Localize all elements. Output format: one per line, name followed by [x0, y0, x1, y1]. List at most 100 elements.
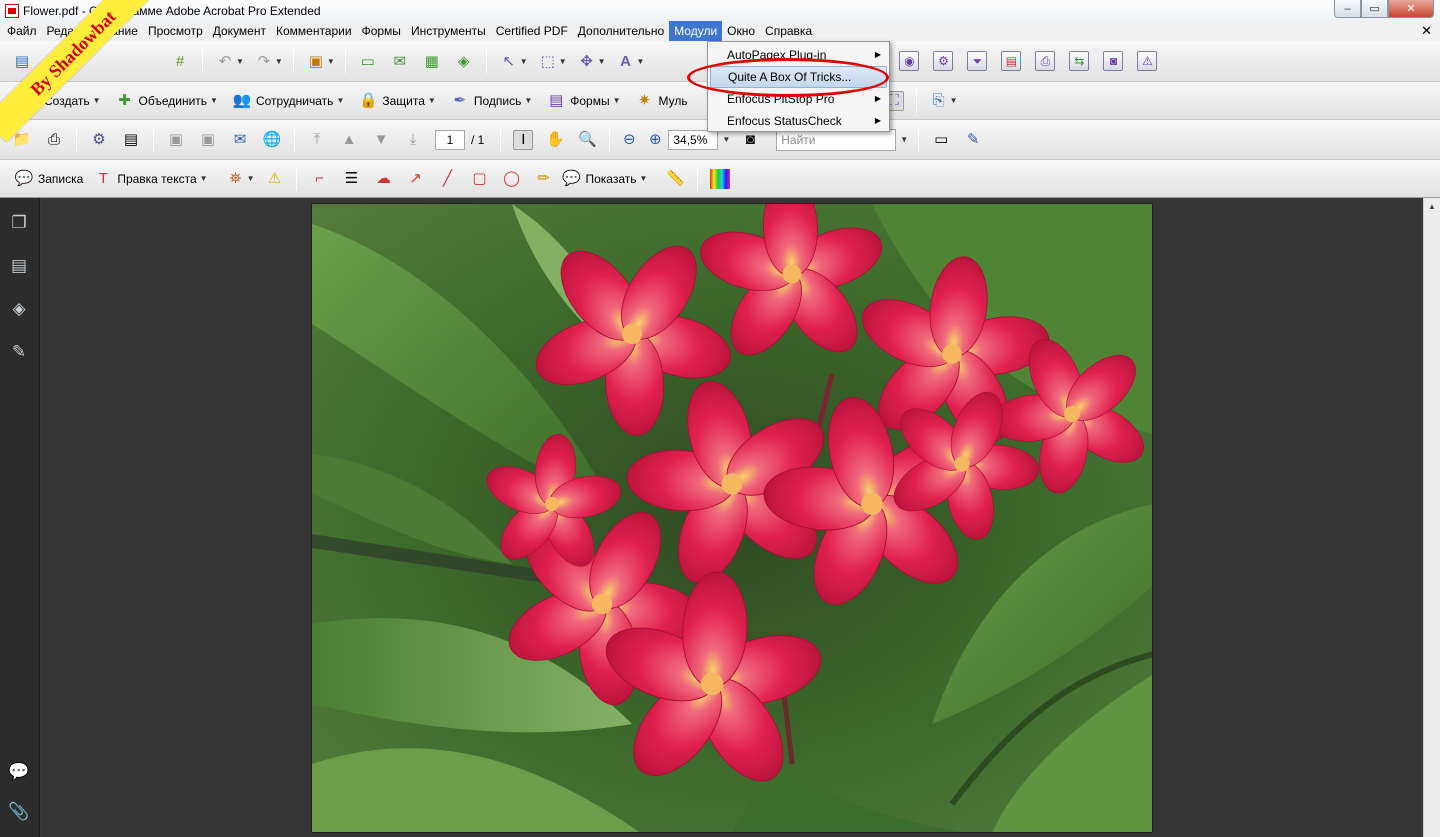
close-document-icon[interactable]: ✕ — [1421, 21, 1432, 41]
zoom-tool-icon[interactable]: 🔍 — [577, 130, 597, 150]
chevron-down-icon[interactable]: ▼ — [236, 57, 244, 66]
color-bars-icon[interactable] — [710, 168, 731, 189]
create-button[interactable]: Создать ▼ — [44, 94, 105, 108]
read-mode-icon[interactable]: ▭ — [931, 130, 951, 150]
menu-help[interactable]: Справка — [760, 21, 817, 41]
cloud-icon[interactable]: ☁ — [373, 169, 393, 189]
oval-icon[interactable]: ◯ — [501, 169, 521, 189]
text-edit-button[interactable]: T Правка текста ▼ — [91, 169, 211, 189]
email-icon[interactable]: ✉ — [390, 51, 410, 71]
stamp-icon[interactable]: ⛯ — [226, 169, 246, 189]
web-icon[interactable]: 🌐 — [262, 130, 282, 150]
page-number-input[interactable]: 1 — [435, 129, 465, 150]
ruler-icon[interactable]: 📏 — [665, 169, 685, 189]
gear-icon[interactable]: ⚙ — [933, 51, 954, 71]
chevron-down-icon[interactable]: ▼ — [275, 57, 283, 66]
comment-icon[interactable]: ▭ — [358, 51, 378, 71]
callout-icon[interactable]: ⌐ — [309, 169, 329, 189]
filter-icon[interactable]: ⏷ — [967, 51, 988, 71]
text-select-icon[interactable]: I — [513, 129, 534, 150]
color-table-icon[interactable]: ▤ — [1001, 51, 1022, 71]
layers-icon[interactable]: ◈ — [8, 298, 30, 320]
redo-icon[interactable]: ↷ — [254, 51, 274, 71]
minimize-button[interactable]: – — [1334, 0, 1361, 18]
warning-icon[interactable]: ⚠ — [1137, 51, 1158, 71]
text-highlight-icon[interactable]: ⚠ — [264, 169, 284, 189]
previous-page-icon[interactable]: ▲ — [339, 130, 359, 150]
menu-window[interactable]: Окно — [722, 21, 760, 41]
print-icon[interactable]: ⎙ — [44, 130, 64, 150]
create-pdf-icon[interactable]: ▤ — [12, 51, 32, 71]
menu-certified-pdf[interactable]: Certified PDF — [491, 21, 573, 41]
menu-comments[interactable]: Комментарии — [271, 21, 357, 41]
layers-icon[interactable]: ◈ — [454, 51, 474, 71]
first-page-icon[interactable]: ⤒ — [307, 130, 327, 150]
grid-icon[interactable]: # — [170, 51, 190, 71]
menu-tools[interactable]: Инструменты — [406, 21, 491, 41]
chevron-down-icon[interactable]: ▼ — [950, 96, 958, 105]
chevron-down-icon[interactable]: ▼ — [247, 174, 255, 183]
menu-advanced[interactable]: Дополнительно — [573, 21, 669, 41]
snapshot-icon[interactable]: ◙ — [740, 130, 760, 150]
hand-icon[interactable]: ✋ — [545, 130, 565, 150]
line-icon[interactable]: ╱ — [437, 169, 457, 189]
comments-icon[interactable]: 💬 — [8, 761, 30, 783]
text-tool-icon[interactable]: A — [616, 51, 636, 71]
move-icon[interactable]: ✥ — [577, 51, 597, 71]
marquee-icon[interactable]: ⬚ — [538, 51, 558, 71]
maximize-button[interactable]: ▭ — [1361, 0, 1388, 18]
globe-icon[interactable]: ◉ — [899, 51, 920, 71]
zoom-level-input[interactable]: 34,5% — [668, 129, 719, 150]
attachment-icon[interactable]: 📎 — [8, 801, 30, 823]
chevron-down-icon[interactable]: ▼ — [559, 57, 567, 66]
protect-button[interactable]: 🔒 Защита ▼ — [356, 91, 439, 111]
pages-icon[interactable]: ❐ — [8, 212, 30, 234]
print-icon[interactable]: ⎙ — [1035, 51, 1056, 71]
select-arrow-icon[interactable]: ↖ — [499, 51, 519, 71]
multimedia-button[interactable]: ✷ Муль — [633, 91, 687, 111]
next-page-icon[interactable]: ▼ — [371, 130, 391, 150]
vertical-scrollbar[interactable]: ▲ — [1423, 198, 1440, 837]
chevron-down-icon[interactable]: ▼ — [722, 135, 730, 144]
chevron-down-icon[interactable]: ▼ — [637, 57, 645, 66]
zoom-out-icon[interactable]: ⊖ — [619, 130, 639, 150]
save-icon[interactable]: ▣ — [166, 130, 186, 150]
rectangle-icon[interactable]: ▢ — [469, 169, 489, 189]
scroll-up-icon[interactable]: ▲ — [1424, 198, 1440, 215]
zoom-in-icon[interactable]: ⊕ — [645, 130, 665, 150]
menu-forms[interactable]: Формы — [357, 21, 406, 41]
undo-icon[interactable]: ↶ — [215, 51, 235, 71]
import-icon[interactable]: ⇆ — [1069, 51, 1090, 71]
email-icon[interactable]: ✉ — [230, 130, 250, 150]
collaborate-button[interactable]: 👥 Сотрудничать ▼ — [230, 91, 348, 111]
menu-document[interactable]: Документ — [208, 21, 271, 41]
note-button[interactable]: 💬 Записка — [12, 169, 84, 189]
pattern-icon[interactable]: ▦ — [422, 51, 442, 71]
bookmarks-icon[interactable]: ▤ — [8, 255, 30, 277]
forms-button[interactable]: ▤ Формы ▼ — [544, 91, 624, 111]
show-button[interactable]: 💬 Показать ▼ — [559, 169, 651, 189]
menu-file[interactable]: Файл — [2, 21, 42, 41]
settings-icon[interactable]: ⚙ — [89, 130, 109, 150]
last-page-icon[interactable]: ⤓ — [403, 130, 423, 150]
menu-plugins[interactable]: Модули — [669, 21, 723, 41]
form-fill-icon[interactable]: ✎ — [963, 130, 983, 150]
menu-item-statuscheck[interactable]: Enfocus StatusCheck ▶ — [710, 110, 887, 132]
sign-button[interactable]: ✒ Подпись ▼ — [448, 91, 536, 111]
chevron-down-icon[interactable]: ▼ — [520, 57, 528, 66]
chevron-down-icon[interactable]: ▼ — [900, 135, 908, 144]
chevron-down-icon[interactable]: ▼ — [598, 57, 606, 66]
close-button[interactable]: ✕ — [1388, 0, 1434, 18]
camera-icon[interactable]: ◙ — [1103, 51, 1124, 71]
save-as-icon[interactable]: ▣ — [198, 130, 218, 150]
menu-view[interactable]: Просмотр — [143, 21, 208, 41]
chevron-down-icon[interactable]: ▼ — [327, 57, 335, 66]
text-box-icon[interactable]: ☰ — [341, 169, 361, 189]
document-tools-icon[interactable]: ⎘ — [929, 91, 949, 111]
export-icon[interactable]: ▣ — [306, 51, 326, 71]
signatures-icon[interactable]: ✎ — [8, 341, 30, 363]
pencil-icon[interactable]: ✏ — [533, 169, 553, 189]
arrow-icon[interactable]: ↗ — [405, 169, 425, 189]
combine-button[interactable]: ✚ Объединить ▼ — [113, 91, 222, 111]
scan-icon[interactable]: ▤ — [121, 130, 141, 150]
